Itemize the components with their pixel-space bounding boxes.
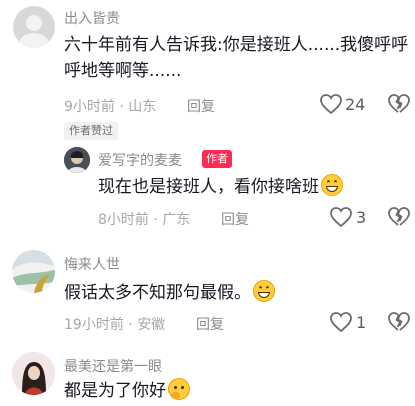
- meta-separator: ·: [128, 317, 133, 333]
- reply-text: 现在也是接班人，看你接啥班: [98, 174, 408, 200]
- author-badge: 作者: [202, 150, 232, 168]
- author-liked-badge: 作者赞过: [64, 122, 118, 140]
- dislike-button[interactable]: [387, 93, 411, 115]
- username[interactable]: 出入皆贵: [64, 8, 120, 28]
- reply-button[interactable]: 回复: [187, 96, 215, 116]
- meta-separator: ·: [153, 212, 158, 228]
- broken-heart-icon: [388, 207, 410, 226]
- author-avatar-icon: [64, 147, 90, 173]
- comment-meta: 19小时前 · 安徽: [64, 314, 165, 334]
- dislike-button[interactable]: [387, 206, 411, 228]
- avatar[interactable]: [12, 352, 55, 395]
- comment-text: 都是为了你好: [64, 378, 404, 404]
- comment-time: 19小时前: [64, 317, 124, 333]
- like-count: 24: [345, 95, 366, 114]
- dislike-button[interactable]: [387, 311, 411, 333]
- avatar[interactable]: [64, 147, 90, 173]
- reply-meta: 8小时前 · 广东: [98, 209, 190, 229]
- grinning-emoji-icon: [253, 280, 275, 302]
- comment-meta: 9小时前 · 山东: [64, 96, 156, 116]
- reply-text-content: 现在也是接班人，看你接啥班: [98, 177, 319, 197]
- heart-icon: [330, 312, 352, 333]
- default-avatar-icon: [19, 15, 49, 48]
- username[interactable]: 悔来人世: [64, 254, 120, 274]
- like-count: 1: [356, 313, 367, 332]
- avatar[interactable]: [12, 250, 55, 293]
- heart-icon: [320, 94, 342, 115]
- reply-time: 8小时前: [98, 212, 149, 228]
- reply-button[interactable]: 回复: [221, 209, 249, 229]
- comment-time: 9小时前: [64, 99, 115, 115]
- username[interactable]: 最美还是第一眼: [64, 356, 162, 376]
- meta-separator: ·: [119, 99, 124, 115]
- broken-heart-icon: [388, 312, 410, 331]
- like-button[interactable]: [329, 311, 353, 333]
- comment-location: 山东: [128, 99, 157, 115]
- portrait-avatar-icon: [12, 352, 55, 395]
- comment-location: 安徽: [137, 317, 166, 333]
- reply-location: 广东: [162, 212, 191, 228]
- heart-icon: [330, 207, 352, 228]
- comment-text: 六十年前有人告诉我:你是接班人......我傻呼呼呼地等啊等......: [64, 35, 409, 81]
- comment-text: 假话太多不知那句最假。: [64, 280, 404, 306]
- like-button[interactable]: [329, 206, 353, 228]
- comment-text-content: 假话太多不知那句最假。: [64, 283, 251, 303]
- broken-heart-icon: [388, 94, 410, 113]
- grinning-emoji-icon: [321, 174, 343, 196]
- reply-username[interactable]: 爱写字的麦麦: [98, 150, 182, 170]
- reply-button[interactable]: 回复: [196, 314, 224, 334]
- avatar[interactable]: [13, 6, 55, 48]
- like-button[interactable]: [319, 93, 343, 115]
- like-count: 3: [356, 208, 367, 227]
- thinking-emoji-icon: [168, 378, 190, 400]
- comment-text-content: 都是为了你好: [64, 381, 166, 401]
- landscape-avatar-icon: [12, 250, 55, 293]
